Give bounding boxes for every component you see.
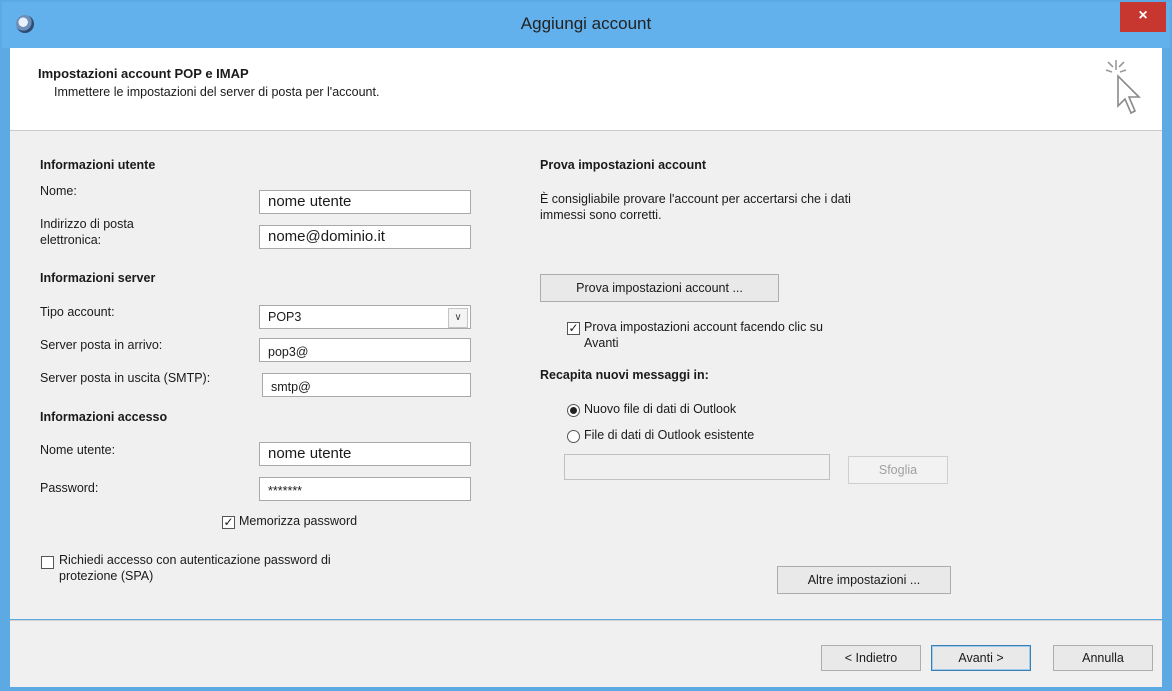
remember-password-checkbox[interactable]: ✓ <box>222 516 235 529</box>
checkmark-icon: ✓ <box>223 515 234 529</box>
auto-test-label-line1[interactable]: Prova impostazioni account facendo clic … <box>584 320 823 334</box>
existing-data-file-label[interactable]: File di dati di Outlook esistente <box>584 428 754 442</box>
name-label: Nome: <box>40 184 77 198</box>
close-button[interactable]: × <box>1120 2 1166 32</box>
email-label-line2: elettronica: <box>40 233 102 247</box>
username-field[interactable]: nome utente <box>259 442 471 466</box>
test-account-button[interactable]: Prova impostazioni account ... <box>540 274 779 302</box>
password-label: Password: <box>40 481 99 495</box>
cursor-sparkle-icon <box>1105 60 1141 115</box>
back-button[interactable]: < Indietro <box>821 645 921 671</box>
account-type-label: Tipo account: <box>40 305 115 319</box>
browse-button: Sfoglia <box>848 456 948 484</box>
email-label-line1: Indirizzo di posta <box>40 217 134 231</box>
spa-label-line1[interactable]: Richiedi accesso con autenticazione pass… <box>59 553 331 567</box>
more-settings-button[interactable]: Altre impostazioni ... <box>777 566 951 594</box>
incoming-server-label: Server posta in arrivo: <box>40 338 163 352</box>
header-subtitle: Immettere le impostazioni del server di … <box>54 85 380 99</box>
wizard-footer: < Indietro Avanti > Annulla <box>10 620 1162 687</box>
user-info-heading: Informazioni utente <box>40 158 156 172</box>
outgoing-server-label: Server posta in uscita (SMTP): <box>40 371 211 385</box>
header-title: Impostazioni account POP e IMAP <box>38 66 249 81</box>
checkmark-icon: ✓ <box>568 321 579 335</box>
dialog-window: Aggiungi account × Impostazioni account … <box>0 0 1172 691</box>
account-type-select[interactable]: POP3 ∨ <box>259 305 471 329</box>
auto-test-checkbox[interactable]: ✓ <box>567 322 580 335</box>
auto-test-label-line2[interactable]: Avanti <box>584 336 619 350</box>
window-title: Aggiungi account <box>520 14 652 33</box>
new-data-file-label[interactable]: Nuovo file di dati di Outlook <box>584 402 736 416</box>
test-settings-heading: Prova impostazioni account <box>540 158 707 172</box>
test-description-line1: È consigliabile provare l'account per ac… <box>540 192 851 206</box>
email-field[interactable]: nome@dominio.it <box>259 225 471 249</box>
outgoing-server-field[interactable]: smtp@ <box>262 373 471 397</box>
title-bar[interactable]: Aggiungi account × <box>2 2 1170 48</box>
incoming-server-field[interactable]: pop3@ <box>259 338 471 362</box>
cancel-button[interactable]: Annulla <box>1053 645 1153 671</box>
existing-data-file-radio[interactable] <box>567 430 580 443</box>
account-type-value: POP3 <box>268 310 302 324</box>
radio-selected-dot <box>570 407 577 414</box>
password-field[interactable]: ******* <box>259 477 471 501</box>
close-icon: × <box>1138 7 1148 24</box>
name-field[interactable]: nome utente <box>259 190 471 214</box>
chevron-down-icon[interactable]: ∨ <box>448 308 468 328</box>
wizard-body: Informazioni utente Nome: nome utente In… <box>10 131 1162 619</box>
new-data-file-radio[interactable] <box>567 404 580 417</box>
spa-checkbox[interactable] <box>41 556 54 569</box>
next-button[interactable]: Avanti > <box>931 645 1031 671</box>
server-info-heading: Informazioni server <box>40 271 156 285</box>
remember-password-label[interactable]: Memorizza password <box>239 514 357 528</box>
wizard-header: Impostazioni account POP e IMAP Immetter… <box>10 48 1162 131</box>
spa-label-line2[interactable]: protezione (SPA) <box>59 569 153 583</box>
delivery-heading: Recapita nuovi messaggi in: <box>540 368 709 382</box>
login-info-heading: Informazioni accesso <box>40 410 168 424</box>
data-file-path-field <box>564 454 830 480</box>
username-label: Nome utente: <box>40 443 116 457</box>
test-description-line2: immessi sono corretti. <box>540 208 662 222</box>
